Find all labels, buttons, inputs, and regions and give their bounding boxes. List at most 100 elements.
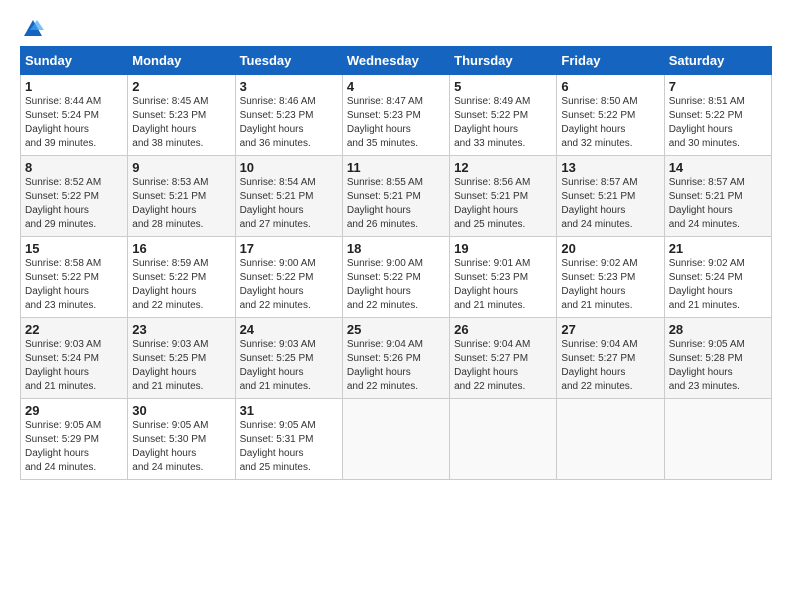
- logo: [20, 18, 44, 36]
- calendar-week-row: 29 Sunrise: 9:05 AMSunset: 5:29 PMDayligh…: [21, 399, 772, 480]
- day-number: 20: [561, 241, 659, 256]
- calendar-day-cell: [664, 399, 771, 480]
- day-number: 8: [25, 160, 123, 175]
- day-number: 6: [561, 79, 659, 94]
- calendar-page: SundayMondayTuesdayWednesdayThursdayFrid…: [0, 0, 792, 490]
- calendar-day-cell: 2 Sunrise: 8:45 AMSunset: 5:23 PMDaylight…: [128, 75, 235, 156]
- calendar-day-cell: 27 Sunrise: 9:04 AMSunset: 5:27 PMDayligh…: [557, 318, 664, 399]
- calendar-week-row: 15Sunrise: 8:58 AMSunset: 5:22 PMDayligh…: [21, 237, 772, 318]
- calendar-day-cell: 8Sunrise: 8:52 AMSunset: 5:22 PMDaylight…: [21, 156, 128, 237]
- calendar-day-cell: 9 Sunrise: 8:53 AMSunset: 5:21 PMDaylight…: [128, 156, 235, 237]
- calendar-day-cell: 22 Sunrise: 9:03 AMSunset: 5:24 PMDayligh…: [21, 318, 128, 399]
- calendar-day-cell: 4 Sunrise: 8:47 AMSunset: 5:23 PMDaylight…: [342, 75, 449, 156]
- calendar-day-cell: [557, 399, 664, 480]
- day-detail: Sunrise: 8:50 AMSunset: 5:22 PMDaylight …: [561, 96, 637, 149]
- day-number: 25: [347, 322, 445, 337]
- day-detail: Sunrise: 9:05 AMSunset: 5:28 PMDaylight …: [669, 339, 745, 392]
- day-detail: Sunrise: 8:55 AMSunset: 5:21 PMDaylight …: [347, 177, 423, 230]
- calendar-day-cell: 17 Sunrise: 9:00 AMSunset: 5:22 PMDayligh…: [235, 237, 342, 318]
- day-number: 12: [454, 160, 552, 175]
- day-number: 15: [25, 241, 123, 256]
- day-detail: Sunrise: 8:59 AMSunset: 5:22 PMDaylight …: [132, 258, 208, 311]
- day-detail: Sunrise: 9:03 AMSunset: 5:25 PMDaylight …: [240, 339, 316, 392]
- day-detail: Sunrise: 9:04 AMSunset: 5:27 PMDaylight …: [561, 339, 637, 392]
- calendar-day-cell: 20 Sunrise: 9:02 AMSunset: 5:23 PMDayligh…: [557, 237, 664, 318]
- calendar-body: 1 Sunrise: 8:44 AMSunset: 5:24 PMDaylight…: [21, 75, 772, 480]
- day-number: 28: [669, 322, 767, 337]
- day-number: 19: [454, 241, 552, 256]
- day-number: 14: [669, 160, 767, 175]
- day-number: 13: [561, 160, 659, 175]
- calendar-day-cell: 23 Sunrise: 9:03 AMSunset: 5:25 PMDayligh…: [128, 318, 235, 399]
- day-number: 22: [25, 322, 123, 337]
- day-detail: Sunrise: 9:05 AMSunset: 5:29 PMDaylight …: [25, 420, 101, 473]
- calendar-table: SundayMondayTuesdayWednesdayThursdayFrid…: [20, 46, 772, 480]
- day-detail: Sunrise: 9:03 AMSunset: 5:24 PMDaylight …: [25, 339, 101, 392]
- day-detail: Sunrise: 8:54 AMSunset: 5:21 PMDaylight …: [240, 177, 316, 230]
- calendar-day-cell: 3 Sunrise: 8:46 AMSunset: 5:23 PMDaylight…: [235, 75, 342, 156]
- day-detail: Sunrise: 8:53 AMSunset: 5:21 PMDaylight …: [132, 177, 208, 230]
- calendar-day-cell: 30Sunrise: 9:05 AMSunset: 5:30 PMDayligh…: [128, 399, 235, 480]
- calendar-day-cell: 13Sunrise: 8:57 AMSunset: 5:21 PMDayligh…: [557, 156, 664, 237]
- calendar-day-cell: 10 Sunrise: 8:54 AMSunset: 5:21 PMDayligh…: [235, 156, 342, 237]
- weekday-header-cell: Sunday: [21, 47, 128, 75]
- day-number: 10: [240, 160, 338, 175]
- calendar-day-cell: 28 Sunrise: 9:05 AMSunset: 5:28 PMDayligh…: [664, 318, 771, 399]
- calendar-day-cell: 19Sunrise: 9:01 AMSunset: 5:23 PMDayligh…: [450, 237, 557, 318]
- day-number: 2: [132, 79, 230, 94]
- day-detail: Sunrise: 8:45 AMSunset: 5:23 PMDaylight …: [132, 96, 208, 149]
- day-number: 21: [669, 241, 767, 256]
- calendar-day-cell: 14 Sunrise: 8:57 AMSunset: 5:21 PMDayligh…: [664, 156, 771, 237]
- calendar-day-cell: 29 Sunrise: 9:05 AMSunset: 5:29 PMDayligh…: [21, 399, 128, 480]
- day-number: 3: [240, 79, 338, 94]
- day-detail: Sunrise: 9:04 AMSunset: 5:27 PMDaylight …: [454, 339, 530, 392]
- weekday-header-row: SundayMondayTuesdayWednesdayThursdayFrid…: [21, 47, 772, 75]
- day-number: 1: [25, 79, 123, 94]
- weekday-header-cell: Tuesday: [235, 47, 342, 75]
- header: [20, 18, 772, 36]
- day-number: 4: [347, 79, 445, 94]
- logo-icon: [22, 18, 44, 40]
- calendar-day-cell: 26 Sunrise: 9:04 AMSunset: 5:27 PMDayligh…: [450, 318, 557, 399]
- day-detail: Sunrise: 8:46 AMSunset: 5:23 PMDaylight …: [240, 96, 316, 149]
- day-number: 5: [454, 79, 552, 94]
- day-detail: Sunrise: 9:00 AMSunset: 5:22 PMDaylight …: [347, 258, 423, 311]
- calendar-day-cell: 7 Sunrise: 8:51 AMSunset: 5:22 PMDaylight…: [664, 75, 771, 156]
- day-number: 27: [561, 322, 659, 337]
- calendar-day-cell: 24 Sunrise: 9:03 AMSunset: 5:25 PMDayligh…: [235, 318, 342, 399]
- day-number: 24: [240, 322, 338, 337]
- calendar-day-cell: 25Sunrise: 9:04 AMSunset: 5:26 PMDayligh…: [342, 318, 449, 399]
- calendar-day-cell: 31Sunrise: 9:05 AMSunset: 5:31 PMDayligh…: [235, 399, 342, 480]
- day-detail: Sunrise: 9:02 AMSunset: 5:24 PMDaylight …: [669, 258, 745, 311]
- calendar-day-cell: 18 Sunrise: 9:00 AMSunset: 5:22 PMDayligh…: [342, 237, 449, 318]
- calendar-day-cell: 12 Sunrise: 8:56 AMSunset: 5:21 PMDayligh…: [450, 156, 557, 237]
- calendar-day-cell: 11 Sunrise: 8:55 AMSunset: 5:21 PMDayligh…: [342, 156, 449, 237]
- calendar-day-cell: 15Sunrise: 8:58 AMSunset: 5:22 PMDayligh…: [21, 237, 128, 318]
- day-detail: Sunrise: 9:02 AMSunset: 5:23 PMDaylight …: [561, 258, 637, 311]
- day-detail: Sunrise: 8:47 AMSunset: 5:23 PMDaylight …: [347, 96, 423, 149]
- weekday-header-cell: Thursday: [450, 47, 557, 75]
- day-number: 29: [25, 403, 123, 418]
- weekday-header-cell: Wednesday: [342, 47, 449, 75]
- day-number: 11: [347, 160, 445, 175]
- calendar-day-cell: 6 Sunrise: 8:50 AMSunset: 5:22 PMDaylight…: [557, 75, 664, 156]
- day-detail: Sunrise: 8:51 AMSunset: 5:22 PMDaylight …: [669, 96, 745, 149]
- day-detail: Sunrise: 9:00 AMSunset: 5:22 PMDaylight …: [240, 258, 316, 311]
- day-number: 16: [132, 241, 230, 256]
- weekday-header-cell: Monday: [128, 47, 235, 75]
- day-number: 26: [454, 322, 552, 337]
- day-detail: Sunrise: 8:57 AMSunset: 5:21 PMDaylight …: [669, 177, 745, 230]
- day-detail: Sunrise: 9:03 AMSunset: 5:25 PMDaylight …: [132, 339, 208, 392]
- day-number: 17: [240, 241, 338, 256]
- day-number: 7: [669, 79, 767, 94]
- day-number: 18: [347, 241, 445, 256]
- day-number: 23: [132, 322, 230, 337]
- weekday-header-cell: Friday: [557, 47, 664, 75]
- calendar-day-cell: 1 Sunrise: 8:44 AMSunset: 5:24 PMDaylight…: [21, 75, 128, 156]
- day-detail: Sunrise: 8:56 AMSunset: 5:21 PMDaylight …: [454, 177, 530, 230]
- day-number: 30: [132, 403, 230, 418]
- day-number: 9: [132, 160, 230, 175]
- calendar-day-cell: [342, 399, 449, 480]
- weekday-header-cell: Saturday: [664, 47, 771, 75]
- day-detail: Sunrise: 8:44 AMSunset: 5:24 PMDaylight …: [25, 96, 101, 149]
